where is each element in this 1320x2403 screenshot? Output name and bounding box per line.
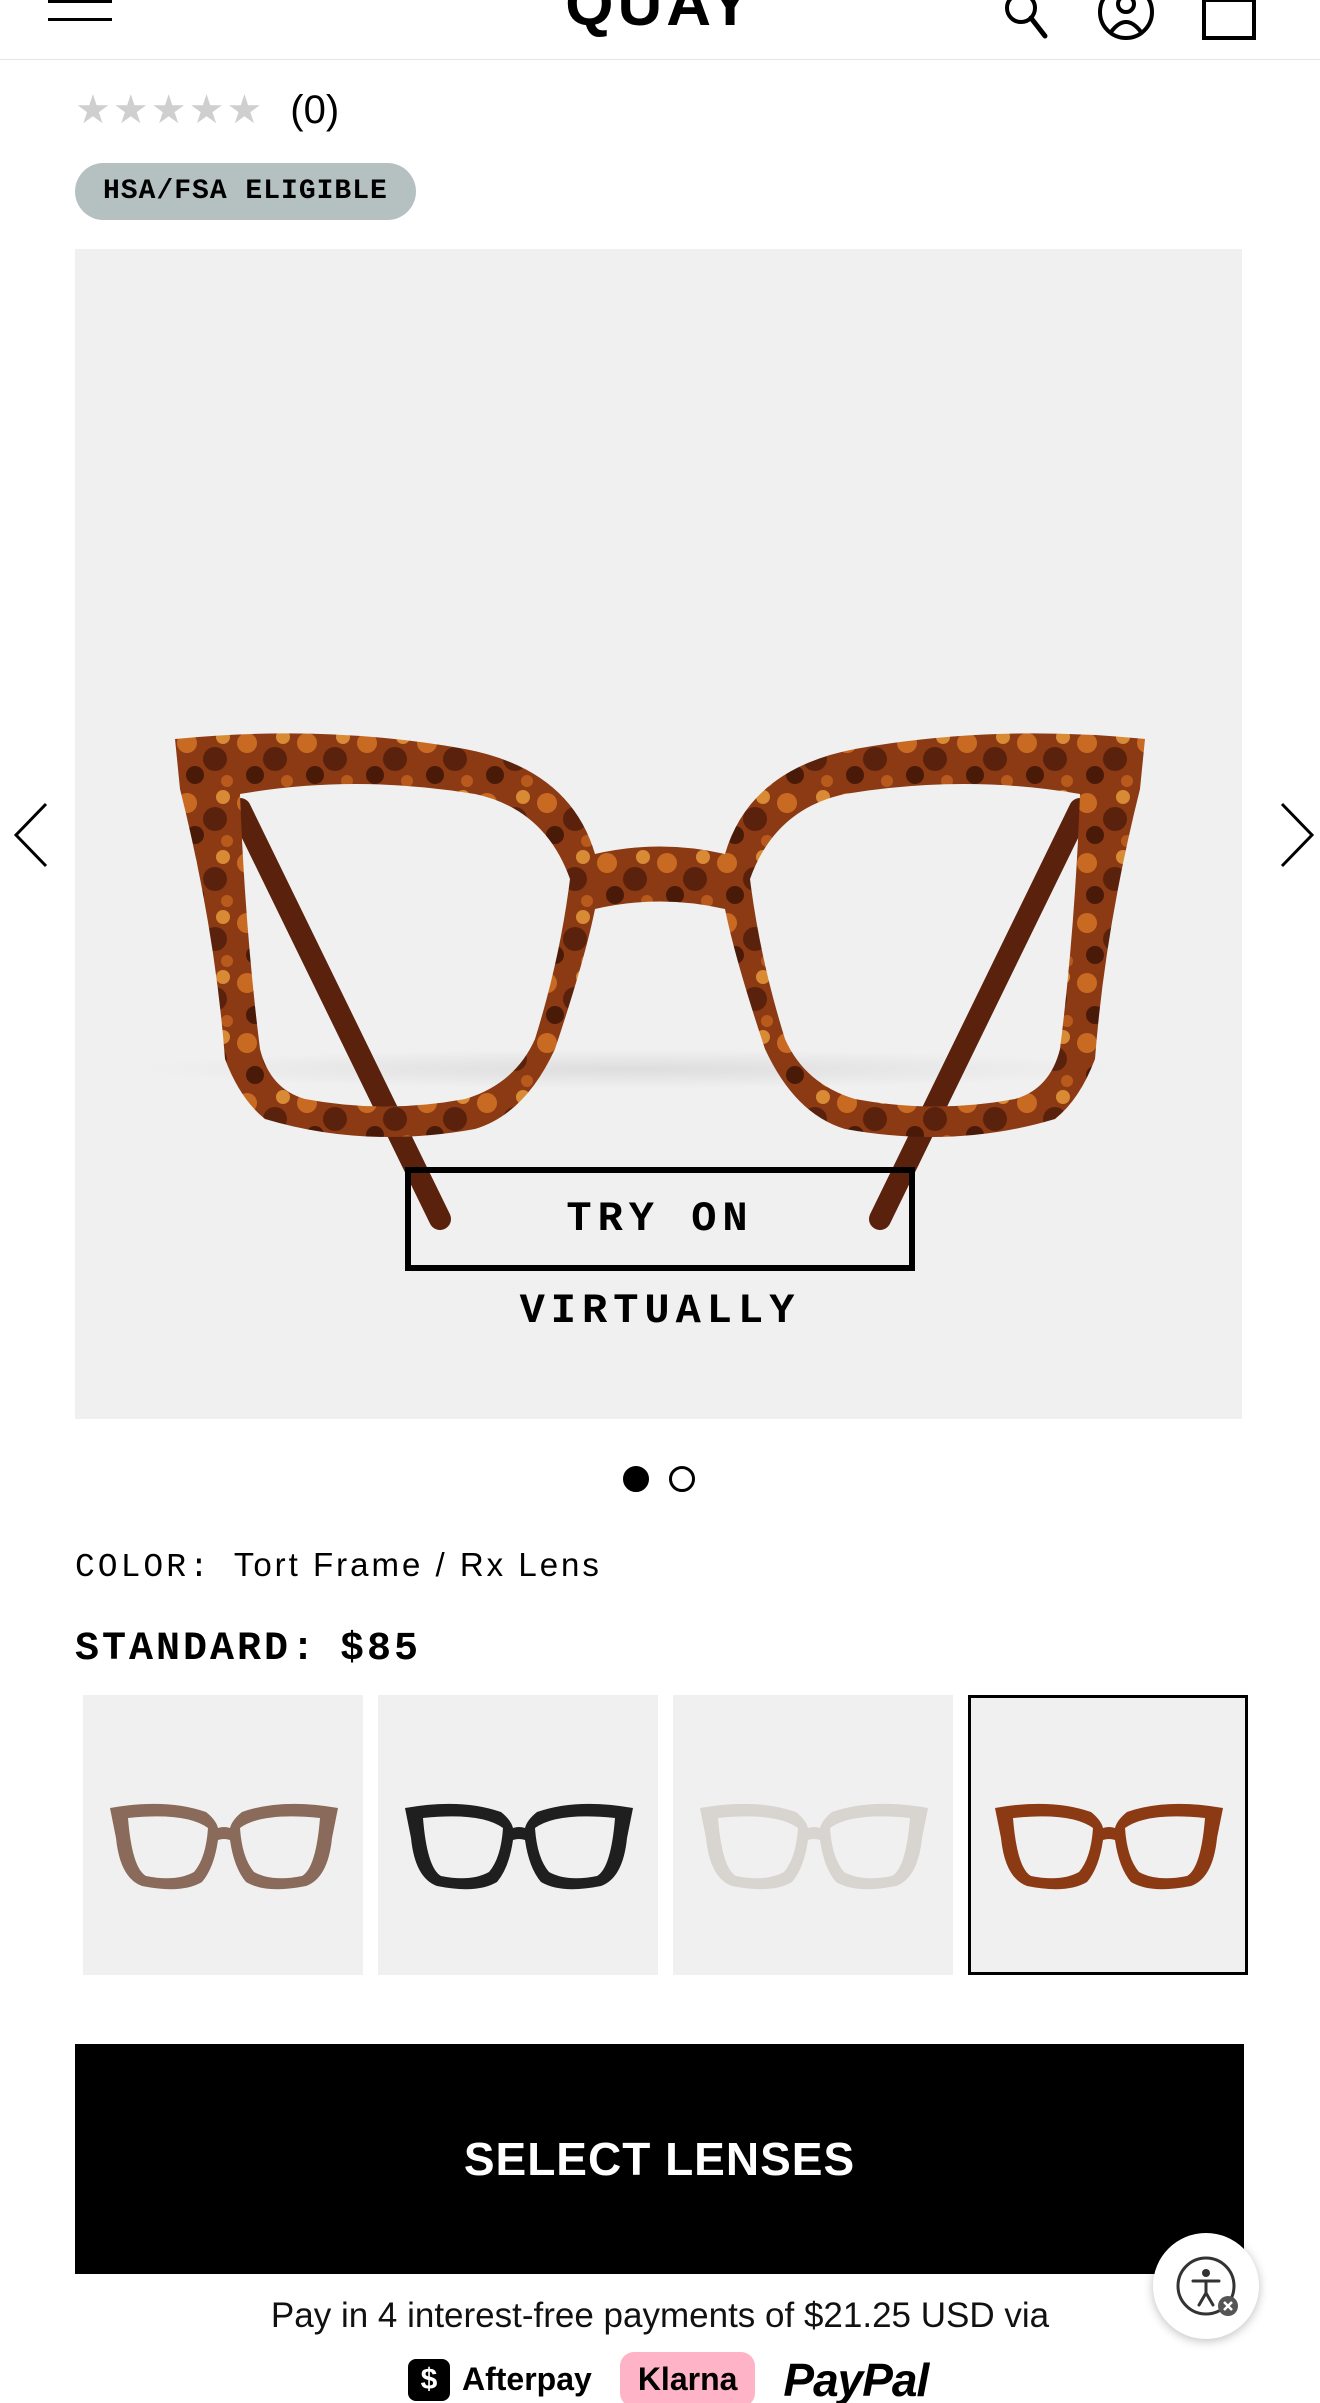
swatch-tort[interactable] [968,1695,1248,1975]
swatch-clear[interactable] [673,1695,953,1975]
swatch-black[interactable] [378,1695,658,1975]
color-label: COLOR: [75,1549,212,1586]
color-selection: COLOR: Tort Frame / Rx Lens [75,1546,602,1586]
paypal-logo[interactable]: PayPal [783,2353,929,2403]
swatch-tortoise-light[interactable] [83,1695,363,1975]
gallery-pagination [623,1466,695,1492]
account-icon[interactable] [1097,0,1155,44]
shopping-bag-icon[interactable] [1200,0,1258,44]
installment-payment-text: Pay in 4 interest-free payments of $21.2… [0,2296,1320,2336]
try-on-virtually-button[interactable]: TRY ON VIRTUALLY [405,1167,915,1335]
price: $85 [340,1627,422,1672]
pagination-dot-2[interactable] [669,1466,695,1492]
color-swatches [83,1695,1248,1975]
payment-providers: $ Afterpay Klarna PayPal [408,2352,929,2403]
payment-text-prefix: Pay in 4 interest-free payments of [270,2296,804,2335]
standard-price: STANDARD: $85 [75,1627,421,1672]
afterpay-icon: $ [408,2358,450,2401]
payment-text-suffix: via [994,2296,1050,2335]
pagination-dot-1[interactable] [623,1466,649,1492]
accessibility-icon[interactable] [1153,2233,1259,2339]
color-value: Tort Frame / Rx Lens [233,1546,602,1583]
product-rating[interactable]: ★★★★★ (0) [75,86,339,134]
chevron-right-icon[interactable] [1276,800,1316,870]
standard-label: STANDARD: [75,1627,319,1672]
afterpay-logo[interactable]: $ Afterpay [408,2358,592,2401]
review-count[interactable]: (0) [290,88,339,133]
product-image-gallery[interactable]: TRY ON VIRTUALLY [75,249,1242,1419]
afterpay-label: Afterpay [462,2361,592,2397]
select-lenses-button[interactable]: SELECT LENSES [75,2044,1244,2274]
payment-amount: $21.25 USD [803,2296,995,2335]
hsa-fsa-badge: HSA/FSA ELIGIBLE [75,163,416,220]
rating-stars: ★★★★★ [75,87,265,133]
search-icon[interactable] [1003,0,1049,40]
klarna-logo[interactable]: Klarna [619,2352,756,2403]
chevron-left-icon[interactable] [12,800,52,870]
site-header: QUAY [0,0,1320,60]
